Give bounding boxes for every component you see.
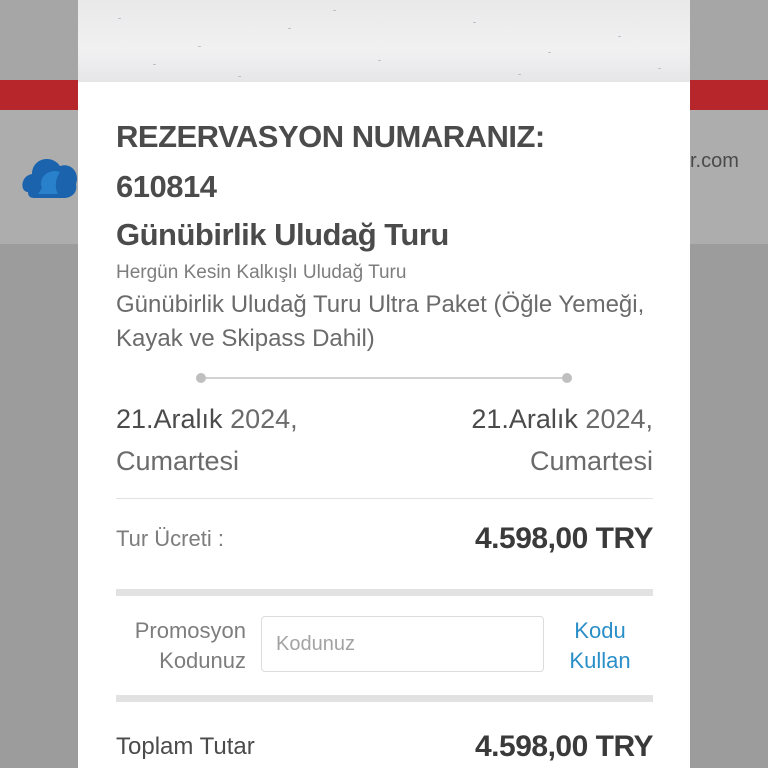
start-date-year: 2024, [230, 404, 298, 434]
start-date: 21.Aralık 2024, Cumartesi [116, 398, 298, 482]
divider [116, 498, 653, 499]
start-dot [196, 373, 206, 383]
start-date-day: 21.Aralık [116, 404, 223, 434]
promo-code-input[interactable] [261, 616, 544, 672]
reservation-number-label: REZERVASYON NUMARANIZ: [116, 119, 545, 154]
divider [116, 589, 653, 596]
end-dot [562, 373, 572, 383]
total-row: Toplam Tutar 4.598,00 TRY [116, 730, 654, 764]
divider [116, 695, 653, 702]
cloud-logo-icon [22, 159, 78, 198]
tour-fee-label: Tur Ücreti : [116, 526, 224, 551]
tour-fee-value: 4.598,00 TRY [475, 522, 654, 555]
end-weekday: Cumartesi [529, 446, 653, 476]
promo-code-row: Promosyon Kodunuz Kodu Kullan [116, 614, 653, 676]
end-date-year: 2024, [585, 404, 653, 434]
reservation-details: REZERVASYON NUMARANIZ: 610814 Günübirlik… [116, 112, 653, 356]
tour-subtitle: Hergün Kesin Kalkışlı Uludağ Turu [116, 262, 407, 283]
site-domain-text: r.com [690, 150, 739, 172]
start-weekday: Cumartesi [116, 446, 240, 476]
tour-package: Günübirlik Uludağ Turu Ultra Paket (Öğle… [116, 291, 645, 352]
total-value: 4.598,00 TRY [475, 730, 654, 763]
total-label: Toplam Tutar [116, 733, 255, 760]
date-range-line [200, 377, 568, 379]
end-date-day: 21.Aralık [471, 404, 578, 434]
date-range: 21.Aralık 2024, Cumartesi 21.Aralık 2024… [116, 398, 653, 482]
end-date: 21.Aralık 2024, Cumartesi [471, 398, 653, 482]
apply-code-button[interactable]: Kodu Kullan [560, 616, 640, 676]
promo-code-label: Promosyon Kodunuz [134, 618, 246, 673]
tour-banner-image [78, 0, 690, 82]
tour-name: Günübirlik Uludağ Turu [116, 217, 449, 252]
tour-fee-row: Tur Ücreti : 4.598,00 TRY [116, 522, 654, 556]
reservation-number: 610814 [116, 169, 217, 204]
